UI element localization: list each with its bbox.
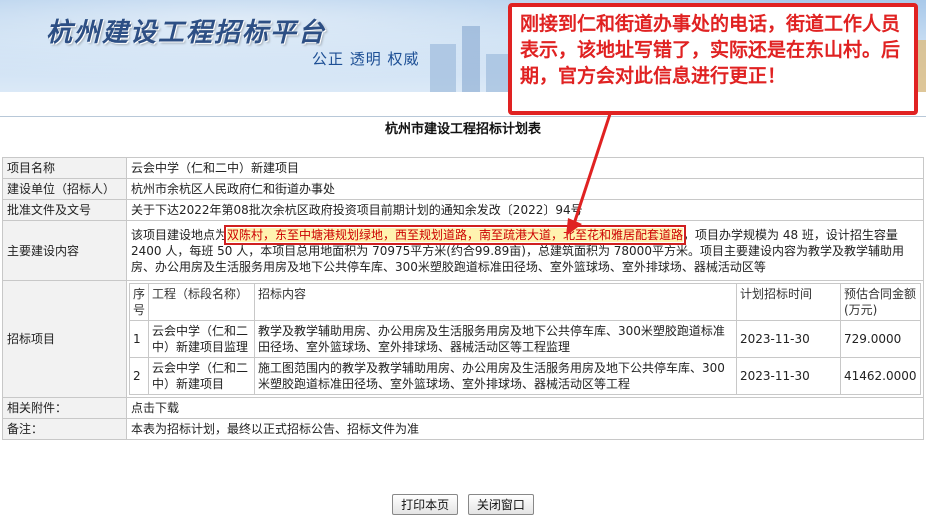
tender-plan-table: 项目名称 云会中学（仁和二中）新建项目 建设单位（招标人） 杭州市余杭区人民政府… xyxy=(2,157,924,440)
banner-building xyxy=(462,26,480,92)
table-row: 主要建设内容 该项目建设地点为双陈村，东至中塘港规划绿地，西至规划道路，南至疏港… xyxy=(2,220,924,281)
content-prefix: 该项目建设地点为 xyxy=(131,227,228,242)
table-row: 招标项目 序号 工程（标段名称） 招标内容 计划招标时间 预估合同金额(万元) … xyxy=(2,280,924,398)
banner-building xyxy=(430,44,456,92)
remark-label: 备注： xyxy=(2,418,127,440)
close-window-button[interactable]: 关闭窗口 xyxy=(467,494,534,515)
header-name: 工程（标段名称） xyxy=(148,283,256,321)
site-slogan: 公正 透明 权威 xyxy=(312,50,420,68)
table-row: 备注： 本表为招标计划，最终以正式招标公告、招标文件为准 xyxy=(2,418,924,440)
site-title: 杭州建设工程招标平台 xyxy=(46,18,327,48)
row-name: 云会中学（仁和二中）新建项目 xyxy=(148,357,256,395)
approval-label: 批准文件及文号 xyxy=(2,199,127,221)
header-date: 计划招标时间 xyxy=(736,283,841,321)
download-link[interactable]: 点击下载 xyxy=(126,397,924,419)
tender-header-row: 序号 工程（标段名称） 招标内容 计划招标时间 预估合同金额(万元) xyxy=(128,283,921,321)
action-buttons: 打印本页 关闭窗口 xyxy=(0,494,926,515)
header-amount: 预估合同金额(万元) xyxy=(840,283,921,321)
row-amount: 41462.0000 xyxy=(840,357,921,395)
table-row: 2 云会中学（仁和二中）新建项目 施工图范围内的教学及教学辅助用房、办公用房及生… xyxy=(128,357,921,395)
form-title: 杭州市建设工程招标计划表 xyxy=(384,122,541,137)
content-label: 主要建设内容 xyxy=(2,220,127,281)
project-name-value: 云会中学（仁和二中）新建项目 xyxy=(126,157,924,179)
table-row: 1 云会中学（仁和二中）新建项目监理 教学及教学辅助用房、办公用房及生活服务用房… xyxy=(128,320,921,358)
row-content: 教学及教学辅助用房、办公用房及生活服务用房及地下公共停车库、300米塑胶跑道标准… xyxy=(254,320,737,358)
annotation-callout: 刚接到仁和街道办事处的电话，街道工作人员表示，该地址写错了，实际还是在东山村。后… xyxy=(508,3,918,115)
annotation-arrow-icon xyxy=(566,113,612,236)
remark-value: 本表为招标计划，最终以正式招标公告、招标文件为准 xyxy=(126,418,924,440)
builder-value: 杭州市余杭区人民政府仁和街道办事处 xyxy=(126,178,924,200)
row-date: 2023-11-30 xyxy=(736,357,841,395)
tender-items: 序号 工程（标段名称） 招标内容 计划招标时间 预估合同金额(万元) 1 云会中… xyxy=(126,280,924,398)
approval-value: 关于下达2022年第08批次余杭区政府投资项目前期计划的通知余发改〔2022〕9… xyxy=(126,199,924,221)
table-row: 项目名称 云会中学（仁和二中）新建项目 xyxy=(2,157,924,179)
table-row: 相关附件： 点击下载 xyxy=(2,397,924,419)
row-no: 2 xyxy=(128,357,150,395)
tender-label: 招标项目 xyxy=(2,280,127,398)
row-no: 1 xyxy=(128,320,150,358)
content-value: 该项目建设地点为双陈村，东至中塘港规划绿地，西至规划道路，南至疏港大道，北至花和… xyxy=(126,220,924,281)
row-date: 2023-11-30 xyxy=(736,320,841,358)
row-amount: 729.0000 xyxy=(840,320,921,358)
table-row: 建设单位（招标人） 杭州市余杭区人民政府仁和街道办事处 xyxy=(2,178,924,200)
print-button[interactable]: 打印本页 xyxy=(392,494,459,515)
row-name: 云会中学（仁和二中）新建项目监理 xyxy=(148,320,256,358)
header-no: 序号 xyxy=(128,283,150,321)
project-name-label: 项目名称 xyxy=(2,157,127,179)
tender-items-table: 序号 工程（标段名称） 招标内容 计划招标时间 预估合同金额(万元) 1 云会中… xyxy=(128,283,921,395)
header-content: 招标内容 xyxy=(254,283,737,321)
attachment-label: 相关附件： xyxy=(2,397,127,419)
builder-label: 建设单位（招标人） xyxy=(2,178,127,200)
row-content: 施工图范围内的教学及教学辅助用房、办公用房及生活服务用房及地下公共停车库、300… xyxy=(254,357,737,395)
table-row: 批准文件及文号 关于下达2022年第08批次余杭区政府投资项目前期计划的通知余发… xyxy=(2,199,924,221)
